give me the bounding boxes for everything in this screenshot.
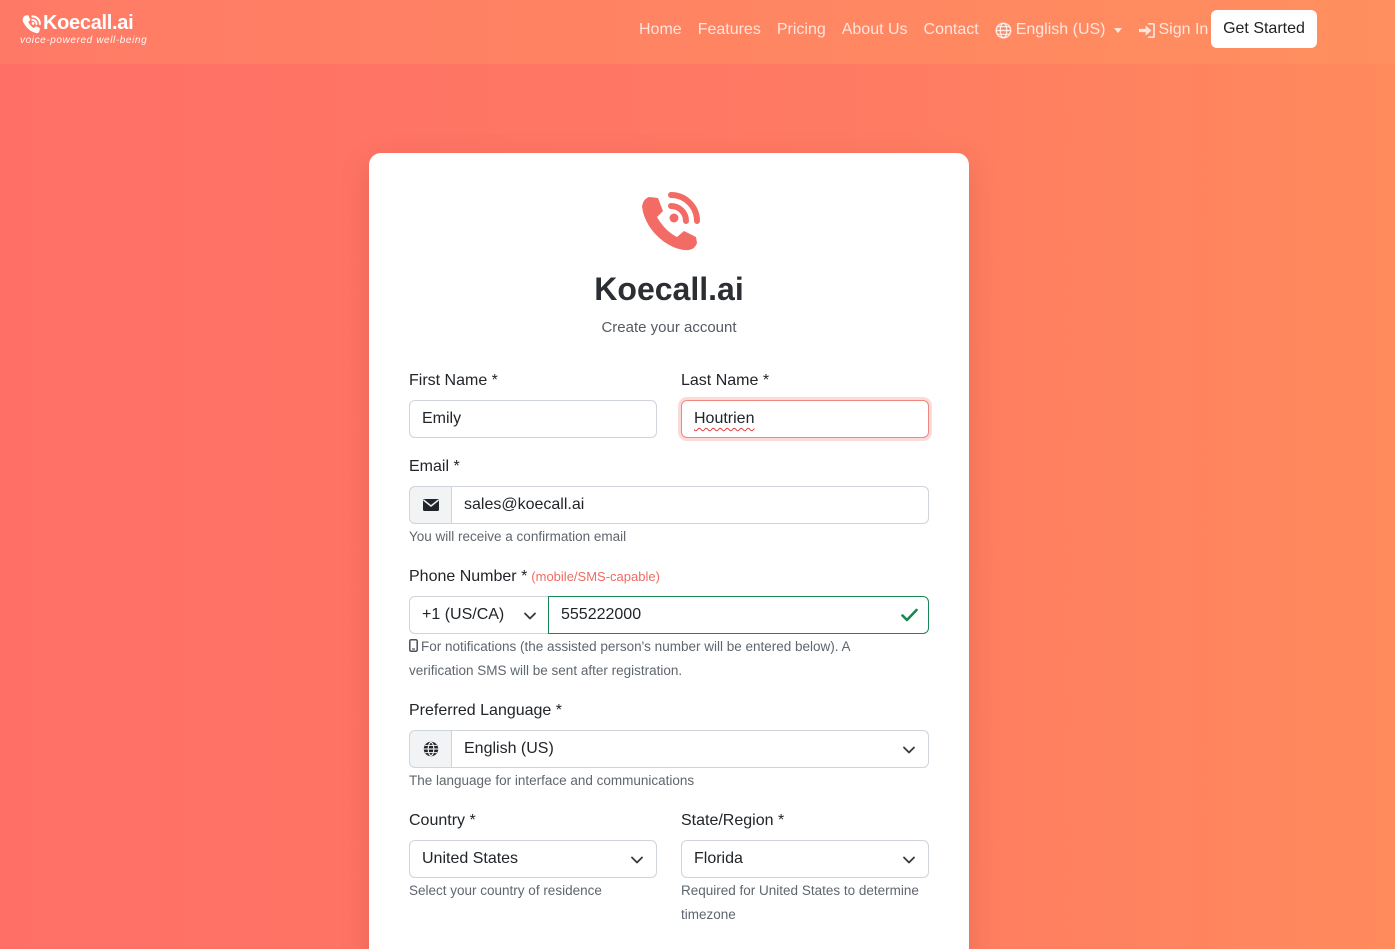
globe-icon: [995, 22, 1012, 38]
mobile-icon: [409, 639, 418, 652]
language-label: English (US): [1015, 21, 1106, 38]
country-select[interactable]: United States: [409, 840, 657, 878]
language-dropdown[interactable]: English (US): [995, 21, 1122, 39]
email-input[interactable]: sales@koecall.ai: [451, 486, 929, 524]
phone-input[interactable]: 555222000: [548, 596, 929, 634]
first-name-label: First Name *: [409, 372, 498, 389]
preferred-language-label: Preferred Language *: [409, 702, 562, 719]
state-label: State/Region *: [681, 812, 785, 829]
country-help: Select your country of residence: [409, 883, 602, 898]
phone-wave-icon: [642, 192, 700, 251]
first-name-input[interactable]: Emily: [409, 400, 657, 438]
card-subtitle: Create your account: [601, 319, 737, 336]
state-value: Florida: [694, 850, 743, 867]
check-icon: [901, 608, 918, 622]
envelope-icon: [422, 499, 439, 511]
nav-pricing[interactable]: Pricing: [777, 21, 826, 39]
last-name-input[interactable]: Houtrien: [681, 400, 929, 438]
email-label: Email *: [409, 458, 460, 475]
top-navbar: Koecall.ai voice-powered well-being Home…: [0, 0, 1395, 64]
state-select[interactable]: Florida: [681, 840, 929, 878]
sign-in-icon: [1138, 22, 1155, 38]
last-name-label: Last Name *: [681, 372, 770, 389]
country-code-select[interactable]: +1 (US/CA): [409, 596, 549, 634]
email-group: sales@koecall.ai: [409, 486, 929, 524]
phone-requirement-note: (mobile/SMS-capable): [531, 569, 660, 584]
brand-name: Koecall.ai: [43, 12, 134, 34]
country-label: Country *: [409, 812, 476, 829]
brand-tagline: voice-powered well-being: [20, 35, 148, 46]
get-started-button[interactable]: Get Started: [1211, 10, 1317, 48]
globe-icon: [423, 741, 438, 757]
nav-about-us[interactable]: About Us: [842, 21, 908, 39]
phone-help: For notifications (the assisted person's…: [409, 635, 909, 683]
state-help: Required for United States to determine …: [681, 883, 919, 922]
phone-help-text: For notifications (the assisted person's…: [409, 639, 850, 678]
preferred-language-value: English (US): [464, 740, 554, 757]
first-name-value: Emily: [422, 410, 462, 427]
phone-wave-icon: [22, 14, 41, 33]
chevron-down-icon: [903, 856, 915, 864]
nav-menu: Home Features Pricing About Us Contact E…: [639, 0, 1224, 60]
nav-features[interactable]: Features: [698, 21, 761, 39]
phone-value: 555222000: [561, 606, 642, 623]
chevron-down-icon: [524, 612, 536, 620]
chevron-down-icon: [903, 746, 915, 754]
preferred-language-help: The language for interface and communica…: [409, 773, 695, 788]
email-addon: [409, 486, 451, 524]
sign-in-link[interactable]: Sign In: [1138, 21, 1209, 39]
phone-label-text: Phone Number *: [409, 568, 528, 585]
email-help: You will receive a confirmation email: [409, 529, 627, 544]
brand[interactable]: Koecall.ai voice-powered well-being: [20, 12, 147, 46]
sign-in-label: Sign In: [1158, 21, 1209, 38]
email-value: sales@koecall.ai: [464, 496, 585, 513]
registration-card: Koecall.ai Create your account First Nam…: [369, 153, 969, 949]
country-value: United States: [422, 850, 519, 867]
nav-contact[interactable]: Contact: [924, 21, 979, 39]
preferred-language-select[interactable]: English (US): [451, 730, 929, 768]
card-title: Koecall.ai: [594, 271, 744, 307]
phone-label: Phone Number * (mobile/SMS-capable): [409, 568, 660, 586]
country-code-value: +1 (US/CA): [422, 606, 505, 623]
preferred-language-group: English (US): [409, 730, 929, 768]
chevron-down-icon: [631, 856, 643, 864]
nav-home[interactable]: Home: [639, 21, 682, 39]
caret-down-icon: [1113, 27, 1122, 33]
last-name-value: Houtrien: [694, 410, 755, 427]
language-addon: [409, 730, 451, 768]
